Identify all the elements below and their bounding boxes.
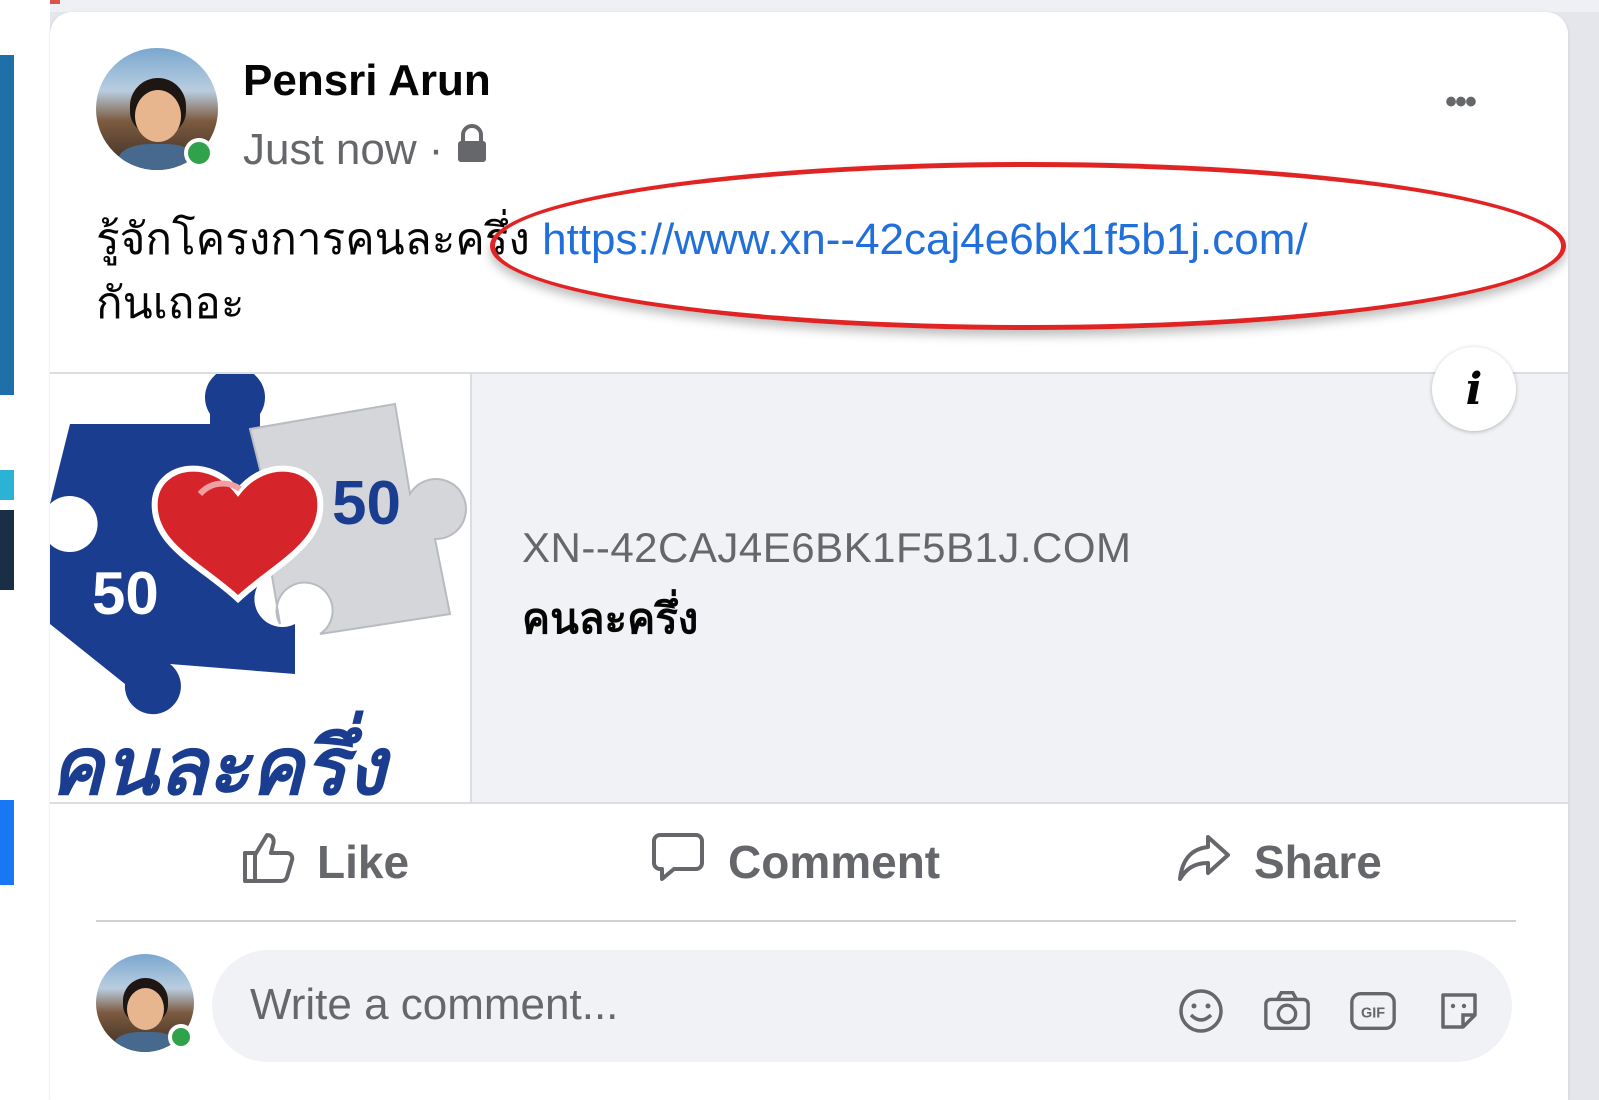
comment-icon-group: GIF — [1176, 986, 1484, 1036]
post-timestamp[interactable]: Just now — [243, 125, 417, 175]
share-arrow-icon — [1176, 829, 1232, 896]
camera-icon[interactable] — [1262, 986, 1312, 1036]
gif-icon[interactable]: GIF — [1348, 986, 1398, 1036]
post-actions-bar: Like Comment Share — [96, 802, 1516, 922]
link-preview-domain: XN--42CAJ4E6BK1F5B1J.COM — [522, 524, 1132, 571]
post-link[interactable]: https://www.xn--42caj4e6bk1f5b1j.com/ — [542, 215, 1308, 264]
background-top-bar — [0, 0, 1599, 12]
post-text: รู้จักโครงการคนละครึ่ง https://www.xn--4… — [96, 208, 1516, 336]
info-icon[interactable]: i — [1432, 347, 1516, 431]
thumb-number-right: 50 — [332, 469, 401, 538]
sticker-icon[interactable] — [1434, 986, 1484, 1036]
link-preview-thumbnail[interactable]: 50 50 คนละครึ่ง — [50, 374, 472, 802]
emoji-icon[interactable] — [1176, 986, 1226, 1036]
comment-button[interactable]: Comment — [650, 822, 940, 902]
like-button[interactable]: Like — [239, 822, 409, 902]
comment-composer: Write a comment... GIF — [96, 950, 1516, 1070]
share-button[interactable]: Share — [1176, 822, 1382, 902]
thumb-number-left: 50 — [92, 560, 159, 627]
thumb-logo-text: คนละครึ่ง — [50, 710, 392, 802]
lock-icon[interactable] — [455, 124, 489, 175]
post-card: Pensri Arun Just now · ••• รู้จักโครงการ… — [50, 12, 1568, 1100]
background-button — [0, 800, 14, 885]
background-image-block — [0, 510, 14, 590]
viewer-online-indicator — [168, 1024, 194, 1050]
comment-input[interactable]: Write a comment... GIF — [212, 950, 1512, 1062]
link-preview-card[interactable]: 50 50 คนละครึ่ง XN--42CAJ4E6BK1F5B1J.COM… — [50, 372, 1568, 804]
background-image-block — [0, 470, 14, 500]
comment-bubble-icon — [650, 829, 706, 896]
svg-text:GIF: GIF — [1361, 1006, 1385, 1022]
post-text-outro: กันเถอะ — [96, 279, 245, 328]
like-label: Like — [317, 836, 410, 888]
post-text-intro: รู้จักโครงการคนละครึ่ง — [96, 215, 543, 264]
thumbs-up-icon — [239, 829, 295, 896]
author-name[interactable]: Pensri Arun — [243, 56, 491, 106]
more-options-icon[interactable]: ••• — [1430, 72, 1490, 132]
comment-label: Comment — [728, 836, 941, 888]
link-preview-title[interactable]: คนละครึ่ง — [522, 586, 698, 652]
background-image-block — [0, 55, 14, 395]
post-meta: Just now · — [243, 124, 489, 175]
comment-placeholder: Write a comment... — [250, 980, 619, 1029]
online-status-indicator — [184, 138, 214, 168]
share-label: Share — [1254, 836, 1382, 888]
meta-separator: · — [428, 124, 444, 174]
background-page-strip — [0, 0, 50, 1100]
